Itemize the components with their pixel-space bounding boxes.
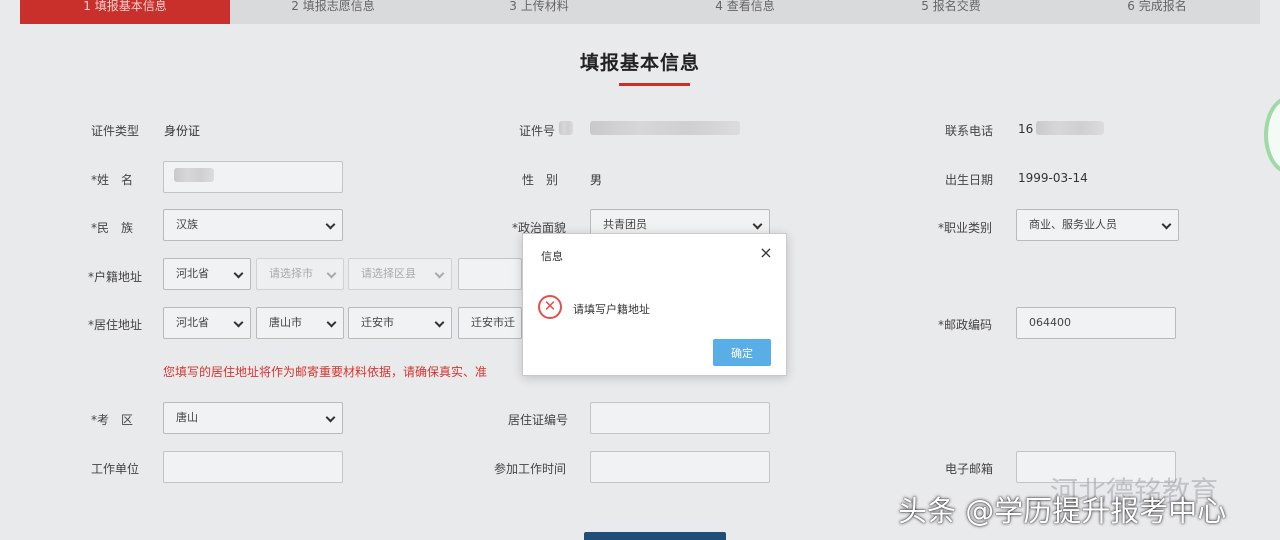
chevron-down-icon xyxy=(325,219,336,230)
chevron-down-icon xyxy=(752,219,763,230)
page-title: 填报基本信息 xyxy=(579,52,700,74)
chevron-down-icon xyxy=(233,317,244,328)
watermark: 头条 @学历提升报考中心 xyxy=(898,494,1227,528)
step-6[interactable]: 6 完成报名 xyxy=(1054,0,1260,24)
name-label: *姓 名 xyxy=(91,173,134,187)
exam-area-select[interactable]: 唐山 xyxy=(163,402,343,434)
residence-permit-field[interactable] xyxy=(590,402,770,434)
residence-city-select[interactable]: 唐山市 xyxy=(256,307,344,339)
title-underline xyxy=(619,83,690,86)
residence-detail-field[interactable]: 迁安市迁 xyxy=(458,307,522,339)
occupation-label: *职业类别 xyxy=(938,221,993,235)
ethnicity-select[interactable]: 汉族 xyxy=(163,209,343,241)
redacted-phone xyxy=(1036,121,1104,135)
gender-value: 男 xyxy=(590,173,603,187)
id-number-label: 证件号 xyxy=(519,124,556,138)
postal-label: *邮政编码 xyxy=(938,318,993,332)
exam-area-label: *考 区 xyxy=(91,413,134,427)
postal-value: 064400 xyxy=(1029,316,1071,329)
ethnicity-value: 汉族 xyxy=(176,218,198,231)
dialog-title: 信息 xyxy=(541,250,563,263)
chevron-down-icon xyxy=(233,268,244,279)
birth-value: 1999-03-14 xyxy=(1018,171,1088,185)
phone-value: 16 xyxy=(1018,122,1034,136)
hukou-label: *户籍地址 xyxy=(88,270,143,284)
error-icon: ✕ xyxy=(538,295,562,319)
chevron-down-icon xyxy=(325,412,336,423)
step-1[interactable]: 1 填报基本信息 xyxy=(20,0,230,24)
next-button[interactable] xyxy=(584,532,726,540)
gender-label: 性 别 xyxy=(522,173,559,187)
hukou-district-value: 请选择区县 xyxy=(361,267,416,280)
step-5[interactable]: 5 报名交费 xyxy=(848,0,1054,24)
hukou-province-select[interactable]: 河北省 xyxy=(163,258,251,290)
alert-dialog: 信息 × ✕ 请填写户籍地址 确定 xyxy=(522,233,787,376)
id-type-value: 身份证 xyxy=(164,124,201,138)
birth-label: 出生日期 xyxy=(945,173,994,187)
chevron-down-icon xyxy=(326,268,337,279)
floating-widget[interactable] xyxy=(1264,96,1280,174)
close-icon[interactable]: × xyxy=(758,245,774,261)
chevron-down-icon xyxy=(326,317,337,328)
step-bar: 1 填报基本信息 2 填报志愿信息 3 上传材料 4 查看信息 5 报名交费 6… xyxy=(20,0,1260,24)
occupation-select[interactable]: 商业、服务业人员 xyxy=(1016,209,1179,241)
chevron-down-icon xyxy=(434,268,445,279)
step-3[interactable]: 3 上传材料 xyxy=(436,0,642,24)
employer-label: 工作单位 xyxy=(91,462,140,476)
hukou-city-select[interactable]: 请选择市 xyxy=(256,258,344,290)
redacted-name xyxy=(174,168,214,182)
residence-province-select[interactable]: 河北省 xyxy=(163,307,251,339)
occupation-value: 商业、服务业人员 xyxy=(1029,218,1117,231)
residence-district-value: 迁安市 xyxy=(361,316,394,329)
political-value: 共青团员 xyxy=(603,218,647,231)
residence-label: *居住地址 xyxy=(88,318,143,332)
chevron-down-icon xyxy=(434,317,445,328)
email-label: 电子邮箱 xyxy=(945,462,994,476)
residence-detail-value: 迁安市迁 xyxy=(471,316,515,329)
redacted-id-number xyxy=(590,121,740,135)
id-type-label: 证件类型 xyxy=(91,124,140,138)
address-warning: 您填写的居住地址将作为邮寄重要材料依据，请确保真实、准 xyxy=(163,365,488,379)
residence-city-value: 唐山市 xyxy=(269,316,302,329)
hukou-district-select[interactable]: 请选择区县 xyxy=(348,258,452,290)
redacted-id-prefix xyxy=(559,121,573,135)
hukou-detail-field[interactable] xyxy=(458,258,522,290)
work-start-label: 参加工作时间 xyxy=(494,462,567,476)
hukou-city-value: 请选择市 xyxy=(269,267,313,280)
employer-field[interactable] xyxy=(163,451,343,483)
step-4[interactable]: 4 查看信息 xyxy=(642,0,848,24)
name-field[interactable] xyxy=(163,161,343,193)
chevron-down-icon xyxy=(1161,219,1172,230)
phone-label: 联系电话 xyxy=(945,124,994,138)
residence-district-select[interactable]: 迁安市 xyxy=(348,307,452,339)
work-start-field[interactable] xyxy=(590,451,770,483)
ethnicity-label: *民 族 xyxy=(91,221,134,235)
step-2[interactable]: 2 填报志愿信息 xyxy=(230,0,436,24)
exam-area-value: 唐山 xyxy=(176,411,198,424)
confirm-button[interactable]: 确定 xyxy=(713,339,771,366)
residence-permit-label: 居住证编号 xyxy=(508,413,569,427)
postal-field[interactable]: 064400 xyxy=(1016,307,1176,339)
hukou-province-value: 河北省 xyxy=(176,267,209,280)
residence-province-value: 河北省 xyxy=(176,316,209,329)
dialog-message: 请填写户籍地址 xyxy=(573,303,650,316)
